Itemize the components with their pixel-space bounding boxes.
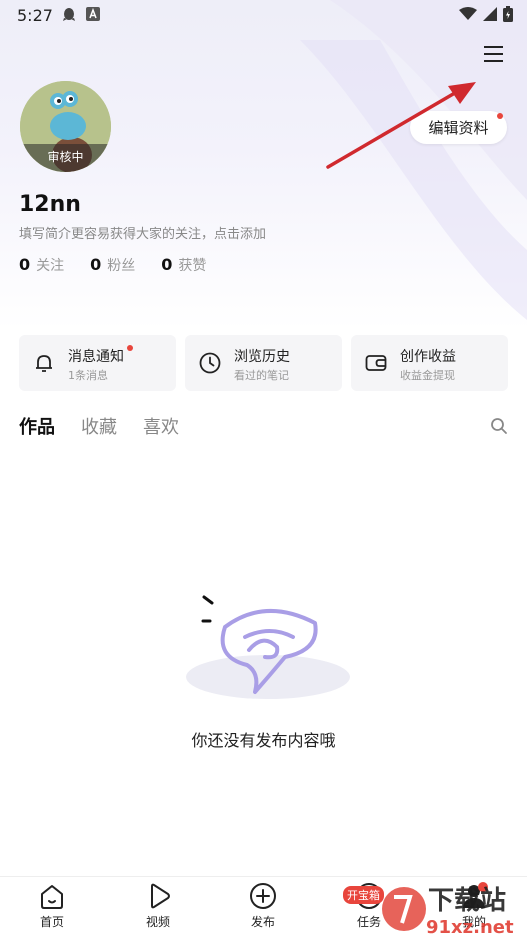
edit-profile-notification-dot xyxy=(497,113,503,119)
card-notifications-subtitle: 1条消息 xyxy=(68,369,108,382)
card-notifications-title: 消息通知 xyxy=(68,349,124,365)
username: 12nn xyxy=(19,192,81,217)
stat-likes[interactable]: 0 获赞 xyxy=(161,255,206,275)
qq-icon xyxy=(63,8,75,21)
stat-likes-label: 获赞 xyxy=(178,258,207,274)
plus-circle-icon xyxy=(250,883,276,909)
card-notifications[interactable]: 消息通知 1条消息 xyxy=(19,335,176,391)
stat-followers-value: 0 xyxy=(90,255,102,274)
tab-likes[interactable]: 喜欢 xyxy=(143,413,179,439)
app-a-icon xyxy=(86,7,100,21)
nav-home[interactable]: 首页 xyxy=(12,877,92,939)
card-history[interactable]: 浏览历史 看过的笔记 xyxy=(185,335,342,391)
task-badge: 开宝箱 xyxy=(343,886,384,904)
stat-followers[interactable]: 0 粉丝 xyxy=(90,255,135,275)
notification-dot xyxy=(127,345,133,351)
card-history-title: 浏览历史 xyxy=(234,349,290,365)
status-bar: 5:27 xyxy=(0,0,527,30)
watermark-logo: 下载站 91xz.net xyxy=(382,886,514,938)
watermark-line2: 91xz.net xyxy=(426,917,514,938)
nav-video[interactable]: 视频 xyxy=(118,877,198,939)
stat-likes-value: 0 xyxy=(161,255,173,274)
stat-following-label: 关注 xyxy=(36,258,65,274)
stat-following-value: 0 xyxy=(19,255,31,274)
avatar[interactable]: 审核中 xyxy=(20,81,111,172)
stat-followers-label: 粉丝 xyxy=(107,258,136,274)
profile-stats: 0 关注 0 粉丝 0 获赞 xyxy=(19,255,206,275)
nav-publish[interactable]: 发布 xyxy=(223,877,303,939)
wifi-icon xyxy=(459,7,477,20)
nav-publish-label: 发布 xyxy=(250,915,275,929)
home-icon xyxy=(41,885,63,909)
stat-following[interactable]: 0 关注 xyxy=(19,255,64,275)
signal-icon xyxy=(483,7,497,21)
watermark-line1: 下载站 xyxy=(428,886,506,916)
empty-state-illustration xyxy=(186,595,350,699)
search-icon[interactable] xyxy=(490,417,508,435)
quick-cards: 消息通知 1条消息 浏览历史 看过的笔记 创作收益 收益金提现 xyxy=(19,335,508,391)
card-earnings-subtitle: 收益金提现 xyxy=(400,369,455,382)
tab-favorites[interactable]: 收藏 xyxy=(81,413,117,439)
card-earnings-title: 创作收益 xyxy=(400,349,456,365)
tab-works[interactable]: 作品 xyxy=(19,413,55,439)
annotation-arrow xyxy=(326,82,476,169)
avatar-review-status: 审核中 xyxy=(20,144,111,172)
play-icon xyxy=(151,883,170,909)
content-tabs: 作品 收藏 喜欢 xyxy=(19,413,179,439)
card-history-subtitle: 看过的笔记 xyxy=(234,369,289,382)
bio-placeholder[interactable]: 填写简介更容易获得大家的关注，点击添加 xyxy=(19,223,266,242)
empty-state-message: 你还没有发布内容哦 xyxy=(191,731,336,750)
nav-home-label: 首页 xyxy=(39,915,64,929)
nav-video-label: 视频 xyxy=(145,915,170,929)
status-time: 5:27 xyxy=(17,6,53,25)
bell-icon xyxy=(36,355,52,372)
menu-button[interactable] xyxy=(481,42,507,66)
clock-icon xyxy=(199,352,221,374)
wallet-icon xyxy=(365,355,387,371)
battery-icon xyxy=(503,6,513,22)
hamburger-menu-icon xyxy=(484,46,503,62)
card-earnings[interactable]: 创作收益 收益金提现 xyxy=(351,335,508,391)
